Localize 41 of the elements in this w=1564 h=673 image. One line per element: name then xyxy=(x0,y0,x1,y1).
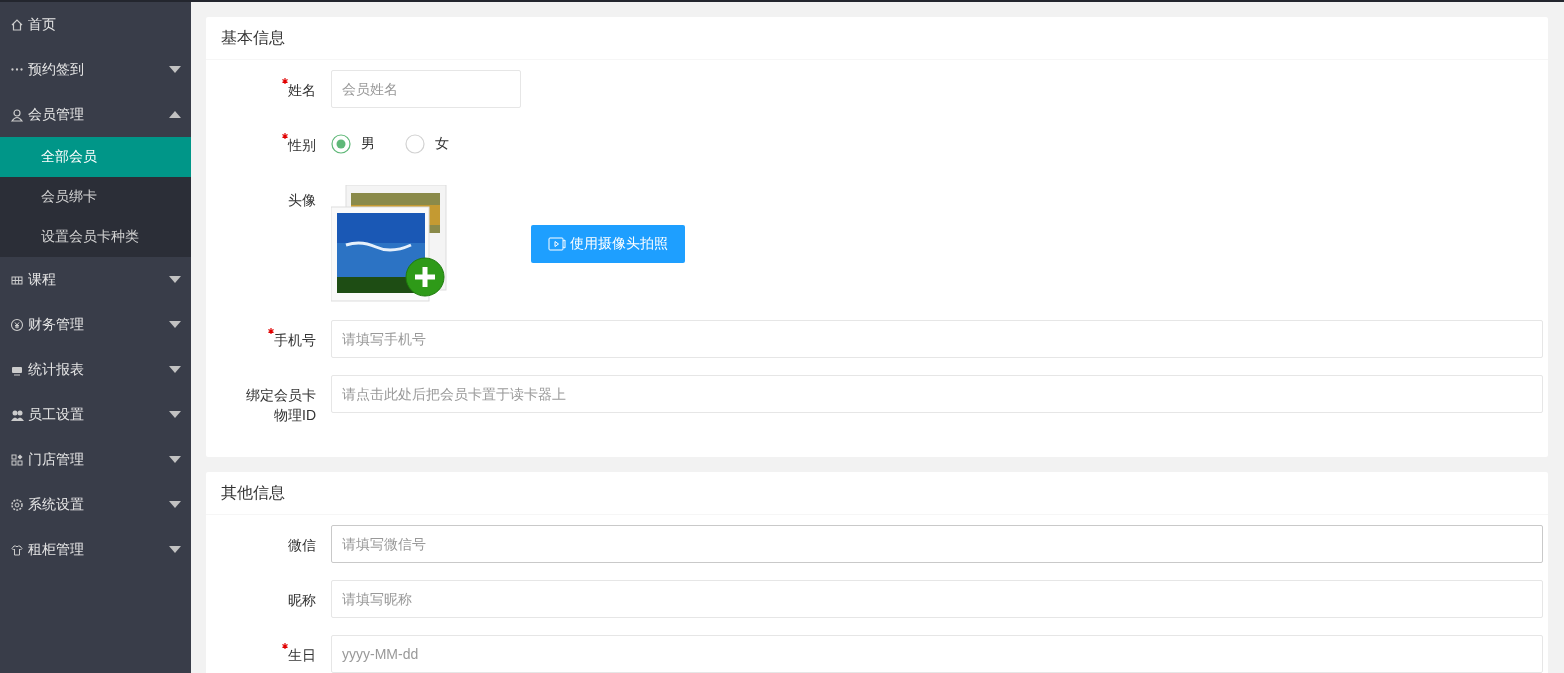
radio-icon xyxy=(405,134,425,154)
section-title: 其他信息 xyxy=(206,472,1548,515)
field-label: 姓名 xyxy=(288,81,316,100)
radio-option[interactable]: 女 xyxy=(405,134,469,154)
submenu-item[interactable]: 设置会员卡种类 xyxy=(0,217,191,257)
text-field[interactable]: 会员姓名 xyxy=(331,70,521,108)
blocks-icon xyxy=(10,452,24,467)
field-label: 性别 xyxy=(288,136,316,155)
nav-item[interactable]: 会员管理 xyxy=(0,92,191,137)
radio-icon xyxy=(331,134,351,154)
nav-item[interactable]: 租柜管理 xyxy=(0,527,191,572)
field-label: 手机号 xyxy=(274,331,316,350)
nav-item[interactable]: 员工设置 xyxy=(0,392,191,437)
field-label: 绑定会员卡物理ID xyxy=(245,386,316,425)
gear-icon xyxy=(10,497,24,512)
text-field[interactable]: 请填写昵称 xyxy=(331,580,1543,618)
nav-item[interactable]: 财务管理 xyxy=(0,302,191,347)
submenu-item[interactable]: 会员绑卡 xyxy=(0,177,191,217)
home-icon xyxy=(10,17,24,32)
submenu-item[interactable]: 全部会员 xyxy=(0,137,191,177)
field-label: 微信 xyxy=(288,536,316,555)
nav-item[interactable]: 门店管理 xyxy=(0,437,191,482)
nav-item[interactable]: 预约签到 xyxy=(0,47,191,92)
user-icon xyxy=(10,107,24,122)
nav-item[interactable]: 首页 xyxy=(0,2,191,47)
nav-item[interactable]: 课程 xyxy=(0,257,191,302)
dots-icon xyxy=(11,68,23,71)
text-field[interactable]: 请填写手机号 xyxy=(331,320,1543,358)
yen-icon xyxy=(10,317,24,332)
section-title: 基本信息 xyxy=(206,17,1548,60)
shirt-icon xyxy=(10,542,24,557)
radio-option[interactable]: 男 xyxy=(331,134,395,154)
video-icon xyxy=(548,237,566,251)
field-label: 头像 xyxy=(288,191,316,210)
field-label: 生日 xyxy=(288,646,316,665)
text-field[interactable]: yyyy-MM-dd xyxy=(331,635,1543,673)
nav-item[interactable]: 统计报表 xyxy=(0,347,191,392)
text-field[interactable]: 请填写微信号 xyxy=(331,525,1543,563)
field-label: 昵称 xyxy=(288,591,316,610)
text-field[interactable]: 请点击此处后把会员卡置于读卡器上 xyxy=(331,375,1543,413)
nav-item[interactable]: 系统设置 xyxy=(0,482,191,527)
